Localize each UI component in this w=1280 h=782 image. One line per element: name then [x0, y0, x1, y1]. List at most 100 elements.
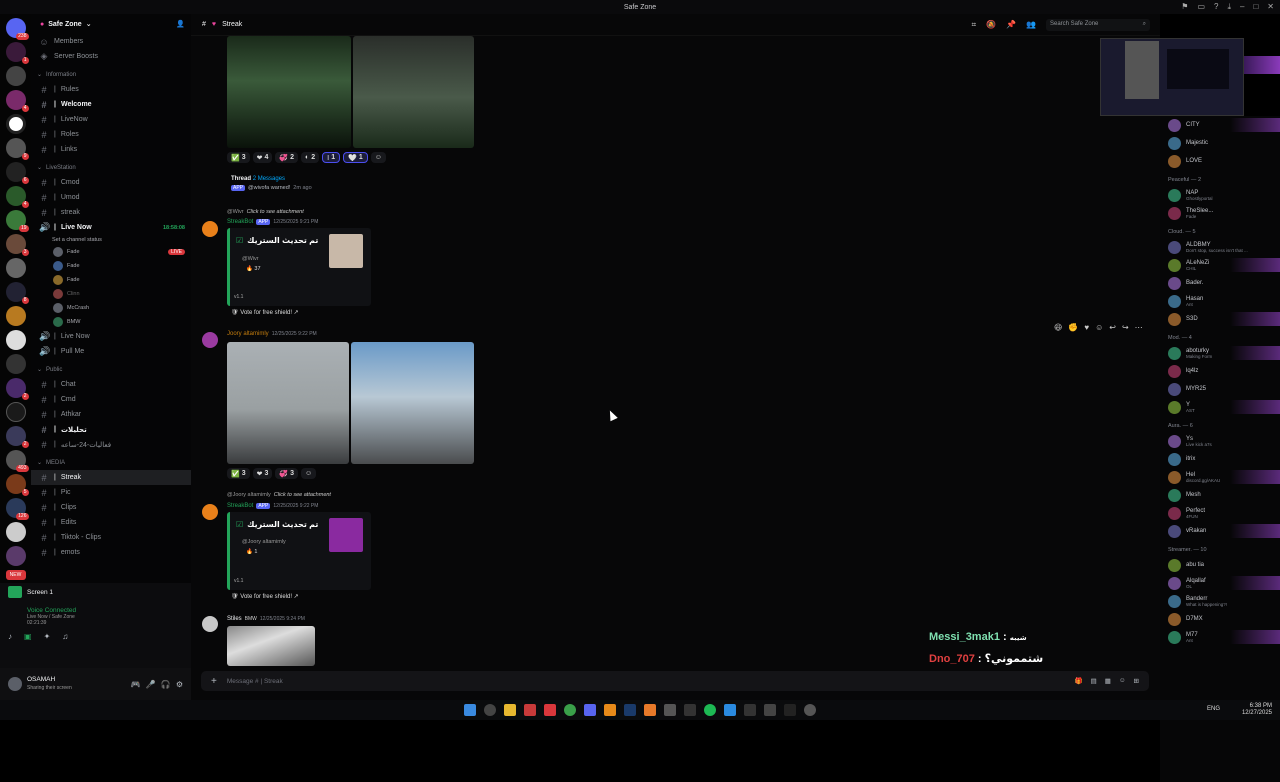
voice-user[interactable]: Fade [31, 273, 191, 287]
member-item[interactable]: LOVE [1160, 152, 1280, 170]
sticker-icon[interactable]: ▦ [1105, 677, 1111, 685]
embed-thumbnail[interactable] [329, 234, 363, 268]
server-icon[interactable] [5, 114, 26, 134]
member-item[interactable]: S3D [1160, 310, 1280, 328]
voice-user[interactable]: Clinn [31, 287, 191, 301]
member-list-icon[interactable]: 👥 [1026, 20, 1036, 29]
gift-icon[interactable]: 🎁 [1075, 677, 1083, 685]
member-item[interactable]: itrix [1160, 450, 1280, 468]
member-item[interactable]: abu tia [1160, 556, 1280, 574]
server-icon[interactable]: 2 [5, 426, 29, 448]
member-item[interactable]: Perfect 4FUN [1160, 504, 1280, 522]
server-icon[interactable] [5, 546, 26, 566]
bot-avatar[interactable] [202, 504, 218, 520]
member-item[interactable]: Bader. [1160, 274, 1280, 292]
attachment-image[interactable] [227, 342, 349, 464]
app-icon[interactable] [684, 704, 696, 716]
windows-start-icon[interactable] [464, 704, 476, 716]
add-reaction-icon[interactable]: ☺ [370, 152, 386, 163]
server-icon[interactable]: 4 [5, 90, 29, 112]
server-icon[interactable]: 493 [5, 450, 29, 472]
screen-share-preview[interactable] [1100, 38, 1244, 116]
author-name[interactable]: StreakBot [227, 503, 253, 509]
channel-pic[interactable]: # | Pic [31, 485, 191, 500]
voice-live-now[interactable]: 🔊 | Live Now 18:58:08 [31, 220, 191, 235]
vote-button[interactable]: 🛡 Vote for free shield! ↗ [231, 593, 299, 600]
member-item[interactable]: MYR25 [1160, 380, 1280, 398]
app-icon[interactable] [764, 704, 776, 716]
voice-user[interactable]: Fade [31, 259, 191, 273]
monitor-icon[interactable]: ▭ [1197, 2, 1205, 12]
channel-status[interactable]: Set a channel status [31, 235, 191, 245]
close-button[interactable]: ✕ [1267, 2, 1274, 12]
channel-athkar[interactable]: # | Athkar [31, 407, 191, 422]
channel-chat[interactable]: # | Chat [31, 377, 191, 392]
pin-icon[interactable]: 📌 [1006, 20, 1016, 29]
reply-icon[interactable]: ↩ [1109, 323, 1116, 332]
reaction-hearts[interactable]: 💞 3 [275, 468, 299, 479]
noise-icon[interactable]: ♪ [8, 632, 12, 641]
activity-icon[interactable]: ✦ [44, 632, 51, 641]
voice-user[interactable]: BMW [31, 315, 191, 329]
voice-user[interactable]: McCrash [31, 301, 191, 315]
language-indicator[interactable]: ENG [1207, 706, 1220, 713]
channel-umod[interactable]: # | Umod [31, 190, 191, 205]
channel-roles[interactable]: # | Roles [31, 127, 191, 142]
channel-cmod[interactable]: # | Cmod [31, 175, 191, 190]
spotify-icon[interactable] [704, 704, 716, 716]
reply-reference[interactable]: @Joory altamimly Click to see attachment [227, 492, 331, 498]
channel-cmd[interactable]: # | Cmd [31, 392, 191, 407]
add-user-icon[interactable]: 👤 [176, 20, 185, 28]
inbox-icon[interactable]: ⚑ [1181, 2, 1188, 12]
channel-links[interactable]: # | Links [31, 142, 191, 157]
message-input[interactable]: + Message # | Streak 🎁 ▤ ▦ ☺ ⊞ [201, 671, 1149, 691]
server-icon[interactable]: 126 [5, 498, 29, 520]
server-icon[interactable]: 8 [5, 282, 29, 304]
vote-button[interactable]: 🛡 Vote for free shield! ↗ [231, 309, 299, 316]
headphones-icon[interactable]: 🎧 [161, 680, 171, 689]
member-item[interactable]: Hasan Ant [1160, 292, 1280, 310]
app-icon[interactable] [524, 704, 536, 716]
screen-share-icon[interactable]: ▣ [24, 632, 32, 641]
thread-bar[interactable]: Thread 2 Messages [231, 176, 285, 182]
author-name[interactable]: Joory altamimly [227, 331, 269, 337]
home-icon[interactable]: 238 [5, 18, 29, 40]
boosts-link[interactable]: ◈ Server Boosts [31, 49, 191, 64]
server-icon[interactable] [5, 330, 26, 350]
server-icon[interactable]: 4 [5, 186, 29, 208]
app-icon[interactable] [784, 704, 796, 716]
server-icon[interactable] [5, 306, 26, 326]
reaction-i[interactable]: Ⅰ1 [322, 152, 341, 163]
mute-icon[interactable]: 🔕 [986, 20, 996, 29]
member-item[interactable]: Y AST [1160, 398, 1280, 416]
app-icon[interactable] [724, 704, 736, 716]
attachment-image[interactable] [227, 36, 351, 148]
server-icon[interactable] [5, 402, 26, 422]
discord-icon[interactable] [584, 704, 596, 716]
bot-avatar[interactable] [202, 221, 218, 237]
member-item[interactable]: vRakan [1160, 522, 1280, 540]
avatar[interactable] [202, 332, 218, 348]
category-media[interactable]: ⌄ MEDIA [31, 455, 191, 470]
app-icon[interactable] [544, 704, 556, 716]
more-icon[interactable]: ⋯ [1135, 323, 1143, 332]
attachment-image[interactable] [351, 342, 474, 464]
server-icon[interactable] [5, 354, 26, 374]
server-icon[interactable]: 5 [5, 474, 29, 496]
member-item[interactable]: TheSlee... Fade [1160, 204, 1280, 222]
new-badge[interactable]: NEW [5, 570, 26, 580]
author-name[interactable]: StreakBot [227, 219, 253, 225]
file-explorer-icon[interactable] [504, 704, 516, 716]
member-item[interactable]: Hel discord.gg/AKAU [1160, 468, 1280, 486]
member-item[interactable]: NAP Ghostlyportal [1160, 186, 1280, 204]
member-item[interactable]: D7MX [1160, 610, 1280, 628]
voice-pull-me[interactable]: 🔊 | Pull Me [31, 344, 191, 359]
channel-rules[interactable]: # | Rules [31, 82, 191, 97]
chrome-icon[interactable] [564, 704, 576, 716]
search-input[interactable]: Search Safe Zone ⌕ [1046, 18, 1150, 31]
reaction-heart[interactable]: ❤ 3 [252, 468, 273, 479]
category-public[interactable]: ⌄ Public [31, 362, 191, 377]
emoji-icon[interactable]: ☺ [1119, 677, 1126, 685]
app-icon[interactable] [664, 704, 676, 716]
channel-edits[interactable]: # | Edits [31, 515, 191, 530]
